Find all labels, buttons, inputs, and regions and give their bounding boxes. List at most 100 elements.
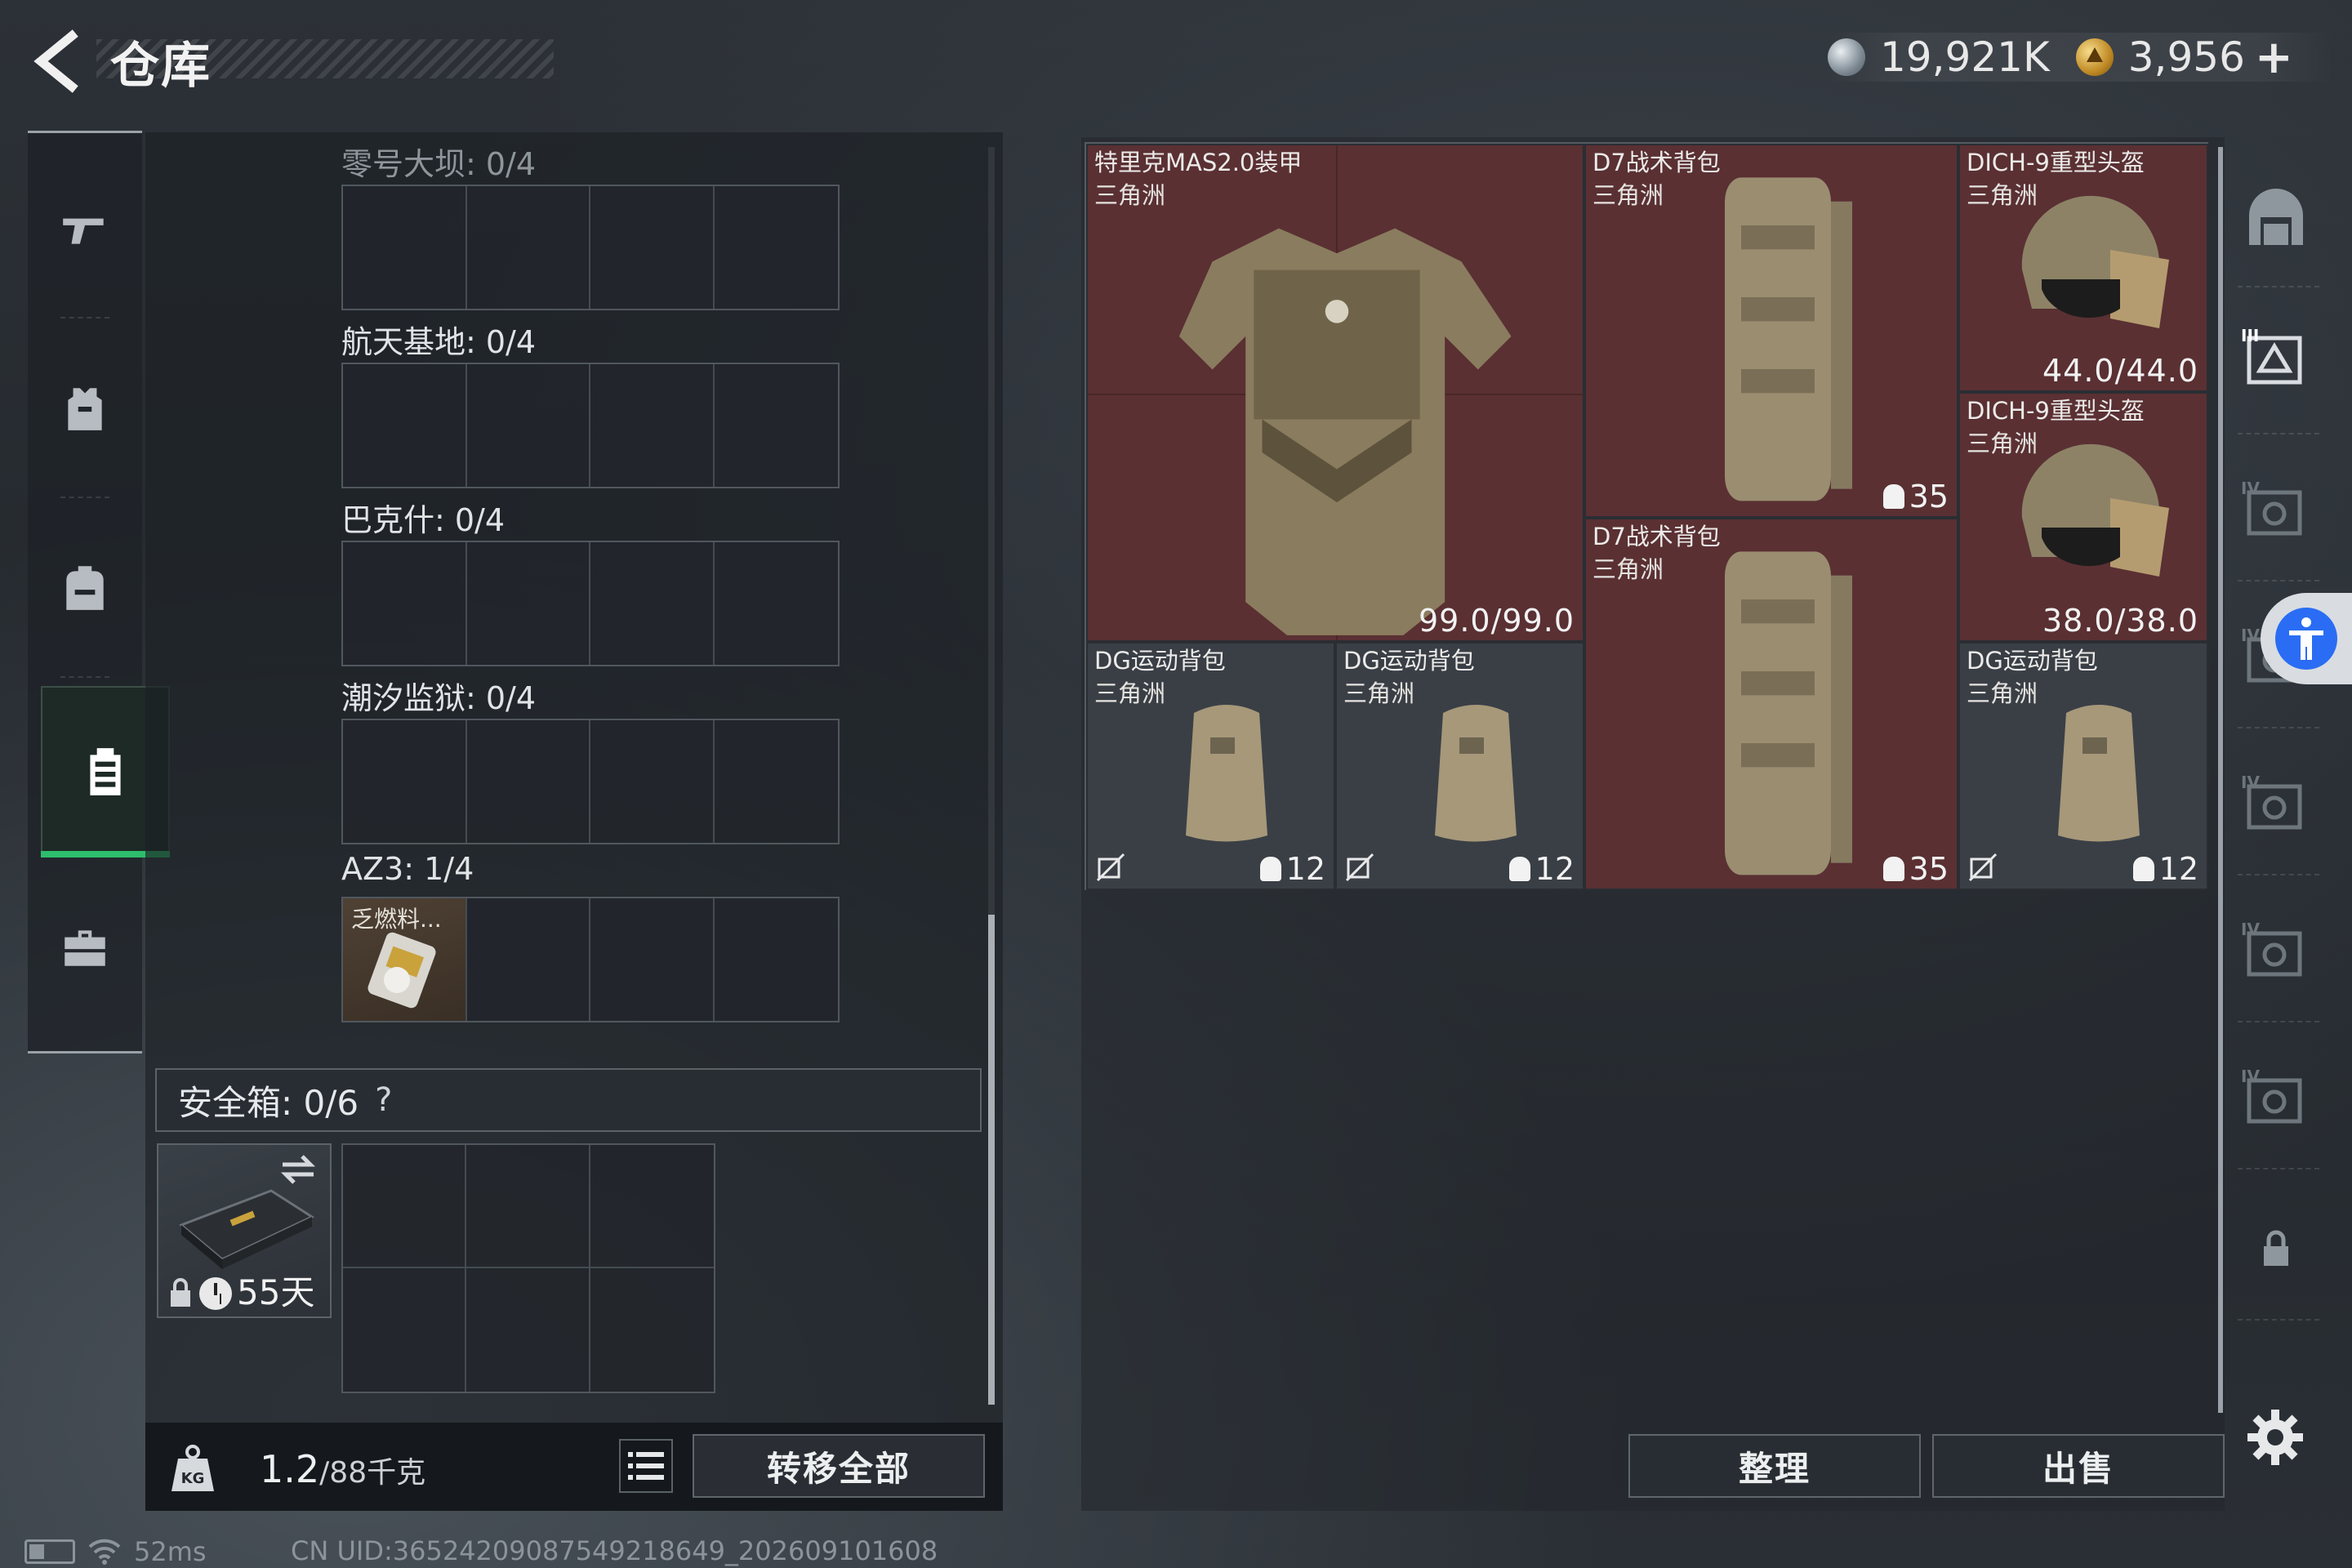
safe-slot[interactable] — [590, 1268, 714, 1392]
category-rail — [28, 131, 170, 1054]
storage-item-backpack[interactable]: D7战术背包 三角洲 35 — [1584, 518, 1958, 890]
pouch-slot[interactable] — [343, 542, 467, 665]
item-name: DG运动背包 — [1967, 647, 2098, 675]
item-capacity: 12 — [1508, 851, 1575, 887]
safe-box-case[interactable]: 55天 — [157, 1143, 332, 1318]
capacity-icon — [2132, 857, 2154, 881]
tier-label: IV — [2241, 479, 2260, 498]
lock-icon[interactable] — [2239, 1217, 2313, 1282]
transfer-all-button[interactable]: 转移全部 — [693, 1434, 985, 1498]
silver-currency-value: 19,921K — [1880, 33, 2050, 81]
pouch-slot[interactable] — [467, 542, 590, 665]
tier-iv-container-icon[interactable]: IV — [2239, 772, 2313, 837]
not-secure-icon — [1096, 853, 1125, 882]
tier-label: IV — [2241, 626, 2260, 645]
lock-icon — [171, 1278, 190, 1307]
chest-rig-icon — [90, 748, 121, 795]
pouch-slot[interactable] — [467, 720, 590, 843]
rail-separator — [2238, 874, 2319, 875]
carry-weight-max: /88千克 — [319, 1456, 426, 1490]
pouch-slot[interactable] — [715, 720, 839, 843]
storage-item-armor[interactable]: 特里克MAS2.0装甲 三角洲 99.0/99.0 — [1086, 144, 1584, 642]
rail-separator — [60, 497, 109, 498]
accessibility-button[interactable] — [2261, 593, 2352, 684]
pouch-slot[interactable] — [590, 364, 715, 487]
svg-text:KG: KG — [181, 1470, 205, 1487]
sort-button[interactable]: 整理 — [1628, 1434, 1921, 1498]
item-durability: 38.0/38.0 — [2042, 603, 2198, 639]
sport-bag-icon — [1186, 705, 1267, 842]
storage-item-backpack[interactable]: D7战术背包 三角洲 35 — [1584, 144, 1958, 518]
rail-top-line — [28, 131, 142, 133]
rail-separator — [2238, 433, 2319, 434]
pouch-slot[interactable] — [590, 542, 715, 665]
item-name: DG运动背包 — [1343, 647, 1475, 675]
vest-icon — [68, 388, 102, 430]
pouch-slot[interactable] — [715, 898, 839, 1021]
user-id: CN UID:36524209087549218649_202609101608 — [291, 1535, 938, 1566]
item-spent-fuel[interactable]: 乏燃料... — [343, 898, 467, 1021]
item-capacity: 35 — [1882, 851, 1949, 887]
rail-separator — [2238, 1168, 2319, 1169]
back-button[interactable] — [24, 24, 90, 98]
pouch-slot[interactable] — [715, 186, 839, 309]
tier-iv-container-icon[interactable]: IV — [2239, 478, 2313, 543]
status-bar: 52ms — [24, 1535, 207, 1568]
sell-button[interactable]: 出售 — [1932, 1434, 2225, 1498]
item-origin: 三角洲 — [1343, 679, 1415, 707]
pouch-slot[interactable] — [715, 364, 839, 487]
fuel-canister-icon — [368, 932, 436, 1009]
storage-item-sport-bag[interactable]: DG运动背包 三角洲 12 — [1086, 642, 1335, 890]
pouch-slot[interactable] — [715, 542, 839, 665]
right-rail-scrollbar[interactable] — [2218, 147, 2223, 1413]
rail-separator — [2238, 286, 2319, 287]
pouch-label: 潮汐监狱: 0/4 — [341, 680, 537, 716]
pouch-slot[interactable] — [590, 186, 715, 309]
safe-slot[interactable] — [590, 1145, 714, 1268]
safe-box-header: 安全箱: 0/6 ? — [155, 1068, 982, 1132]
list-view-button[interactable] — [619, 1439, 673, 1493]
pouch-slot[interactable] — [467, 186, 590, 309]
safe-slot[interactable] — [466, 1145, 590, 1268]
pouch-scrollbar-thumb[interactable] — [988, 915, 995, 1405]
pouch-grid — [341, 719, 840, 844]
item-durability: 44.0/44.0 — [2042, 353, 2198, 389]
storage-item-helmet[interactable]: DICH-9重型头盔 三角洲 38.0/38.0 — [1958, 392, 2208, 642]
item-capacity: 35 — [1882, 479, 1949, 514]
item-origin: 三角洲 — [1967, 430, 2038, 457]
pouch-slot[interactable] — [590, 720, 715, 843]
list-icon — [628, 1452, 664, 1480]
storage-item-sport-bag[interactable]: DG运动背包 三角洲 12 — [1958, 642, 2208, 890]
settings-gear-icon[interactable] — [2244, 1406, 2306, 1468]
pouch-slot[interactable] — [343, 720, 467, 843]
tab-backpack[interactable] — [28, 506, 142, 670]
safe-slot[interactable] — [343, 1268, 467, 1392]
storage-item-sport-bag[interactable]: DG运动背包 三角洲 12 — [1335, 642, 1584, 890]
pouch-label: 航天基地: 0/4 — [341, 324, 537, 360]
tab-armor[interactable] — [28, 327, 142, 490]
tier-iii-container-icon[interactable]: III — [2239, 327, 2313, 392]
help-icon[interactable]: ? — [375, 1081, 392, 1119]
pouch-grid — [341, 363, 840, 488]
vault-icon[interactable] — [2239, 186, 2313, 252]
tier-iv-container-icon[interactable]: IV — [2239, 919, 2313, 984]
capacity-value: 35 — [1909, 479, 1949, 514]
tab-weapon[interactable] — [28, 147, 142, 310]
pouch-slot[interactable] — [590, 898, 715, 1021]
tactical-backpack-icon — [1725, 551, 1852, 875]
capacity-icon — [1882, 857, 1904, 881]
storage-item-helmet[interactable]: DICH-9重型头盔 三角洲 44.0/44.0 — [1958, 144, 2208, 392]
pouch-slot[interactable] — [467, 364, 590, 487]
pouch-slot[interactable] — [467, 898, 590, 1021]
pouch-slot[interactable] — [343, 364, 467, 487]
rail-separator — [60, 676, 109, 678]
safe-box-label: 安全箱: 0/6 — [178, 1082, 359, 1123]
pouch-slot[interactable] — [343, 186, 467, 309]
accessibility-icon — [2275, 608, 2337, 670]
clock-icon — [199, 1277, 232, 1310]
tab-case[interactable] — [28, 866, 142, 1029]
safe-slot[interactable] — [466, 1268, 590, 1392]
tier-iv-container-icon[interactable]: IV — [2239, 1066, 2313, 1131]
safe-slot[interactable] — [343, 1145, 467, 1268]
add-currency-button[interactable]: + — [2255, 31, 2293, 84]
